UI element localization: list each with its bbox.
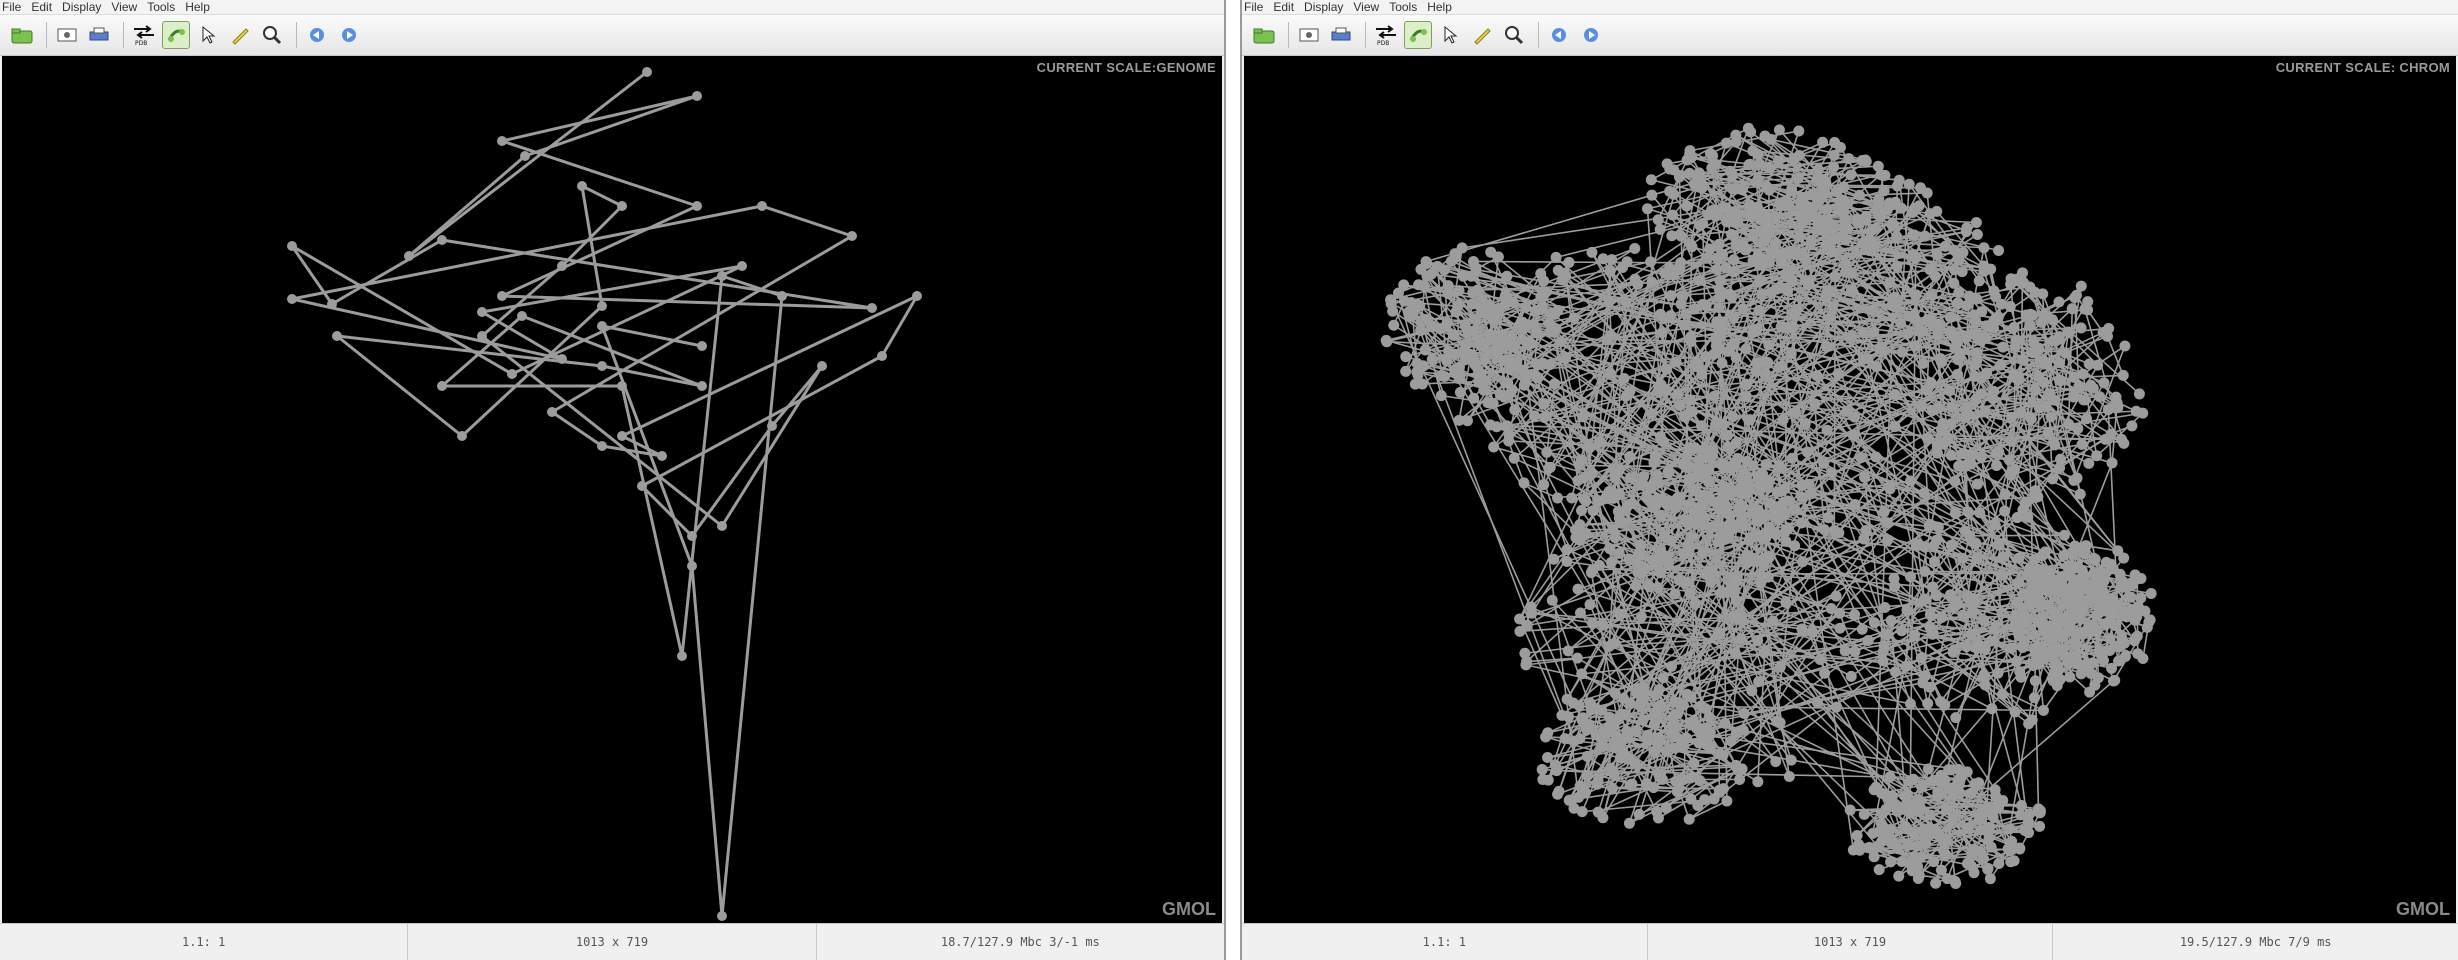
toolbar-separator xyxy=(1538,22,1539,48)
eye-left-icon xyxy=(310,28,324,42)
status-zoom: 1.1: 1 xyxy=(1242,924,1648,960)
menu-file[interactable]: File xyxy=(2,0,21,14)
magnify-button[interactable] xyxy=(258,21,286,49)
molecule-viewport[interactable]: CURRENT SCALE: CHROM GMOL xyxy=(1244,56,2456,924)
print-icon xyxy=(1331,27,1351,41)
open-icon xyxy=(1253,28,1275,44)
open-button[interactable] xyxy=(8,21,36,49)
menu-tools[interactable]: Tools xyxy=(1389,0,1417,14)
ruler-icon xyxy=(1474,28,1491,45)
molecule-viewport[interactable]: CURRENT SCALE:GENOME GMOL xyxy=(2,56,1222,924)
eye-left-icon xyxy=(1552,28,1566,42)
status-memory: 19.5/127.9 Mbc 7/9 ms xyxy=(2179,935,2332,949)
open-button[interactable] xyxy=(1250,21,1278,49)
toolbar-separator xyxy=(296,22,297,48)
gmol-logo: GMOL xyxy=(1162,899,1216,919)
screenshot-icon xyxy=(1299,28,1319,42)
magnify-icon xyxy=(1505,26,1524,45)
pointer-icon xyxy=(1444,25,1458,44)
print-button[interactable] xyxy=(85,21,113,49)
toolbar-separator xyxy=(1288,22,1289,48)
pdb-icon: PDB xyxy=(1376,25,1396,46)
sync-button[interactable] xyxy=(1404,21,1432,49)
status-bar: 1.1: 1 1013 x 719 19.5/127.9 Mbc 7/9 ms xyxy=(1242,923,2458,960)
print-button[interactable] xyxy=(1327,21,1355,49)
gmol-logo: GMOL xyxy=(2396,899,2450,919)
status-zoom: 1.1: 1 xyxy=(0,924,409,960)
pointer-button[interactable] xyxy=(1436,21,1464,49)
menu-help[interactable]: Help xyxy=(1427,0,1452,14)
current-scale-label: CURRENT SCALE:GENOME xyxy=(1036,60,1216,75)
toolbar-separator xyxy=(123,22,124,48)
sync-button[interactable] xyxy=(162,21,190,49)
status-resolution: 1013 x 719 xyxy=(408,924,817,960)
eye-right-icon xyxy=(342,28,356,42)
sync-icon xyxy=(1409,29,1427,42)
svg-text:PDB: PDB xyxy=(1377,40,1389,46)
toolbar: PDB xyxy=(0,15,1224,56)
magnify-icon xyxy=(263,26,282,45)
status-bar: 1.1: 1 1013 x 719 18.7/127.9 Mbc 3/-1 ms xyxy=(0,923,1224,960)
sync-icon xyxy=(167,29,185,42)
gmol-window-left: File Edit Display View Tools Help PDB CU… xyxy=(0,0,1226,960)
print-icon xyxy=(89,27,109,41)
pointer-button[interactable] xyxy=(194,21,222,49)
menu-display[interactable]: Display xyxy=(62,0,101,14)
menu-help[interactable]: Help xyxy=(185,0,210,14)
eye-left-button[interactable] xyxy=(1545,21,1573,49)
menu-edit[interactable]: Edit xyxy=(31,0,52,14)
menu-file[interactable]: File xyxy=(1244,0,1263,14)
menu-view[interactable]: View xyxy=(111,0,137,14)
gmol-window-right: File Edit Display View Tools Help PDB CU… xyxy=(1240,0,2458,960)
chromosome-model-graphic xyxy=(1380,122,2157,889)
ruler-button[interactable] xyxy=(1468,21,1496,49)
pointer-icon xyxy=(202,25,216,44)
pdb-button[interactable]: PDB xyxy=(130,21,158,49)
toolbar-separator xyxy=(1365,22,1366,48)
pdb-button[interactable]: PDB xyxy=(1372,21,1400,49)
menu-bar: File Edit Display View Tools Help xyxy=(1242,0,2458,15)
toolbar: PDB xyxy=(1242,15,2458,56)
menu-bar: File Edit Display View Tools Help xyxy=(0,0,1224,15)
svg-text:PDB: PDB xyxy=(135,40,147,46)
pdb-icon: PDB xyxy=(134,25,154,46)
eye-right-button[interactable] xyxy=(335,21,363,49)
menu-edit[interactable]: Edit xyxy=(1273,0,1294,14)
menu-tools[interactable]: Tools xyxy=(147,0,175,14)
screenshot-button[interactable] xyxy=(53,21,81,49)
eye-right-button[interactable] xyxy=(1577,21,1605,49)
menu-display[interactable]: Display xyxy=(1304,0,1343,14)
screenshot-button[interactable] xyxy=(1295,21,1323,49)
eye-left-button[interactable] xyxy=(303,21,331,49)
screenshot-icon xyxy=(57,28,77,42)
menu-view[interactable]: View xyxy=(1353,0,1379,14)
current-scale-label: CURRENT SCALE: CHROM xyxy=(2275,60,2450,75)
toolbar-separator xyxy=(46,22,47,48)
open-icon xyxy=(11,28,33,44)
eye-right-icon xyxy=(1584,28,1598,42)
status-resolution: 1013 x 719 xyxy=(1648,924,2054,960)
status-memory: 18.7/127.9 Mbc 3/-1 ms xyxy=(940,935,1100,949)
ruler-button[interactable] xyxy=(226,21,254,49)
ruler-icon xyxy=(232,28,249,45)
genome-model-graphic xyxy=(287,67,922,921)
magnify-button[interactable] xyxy=(1500,21,1528,49)
